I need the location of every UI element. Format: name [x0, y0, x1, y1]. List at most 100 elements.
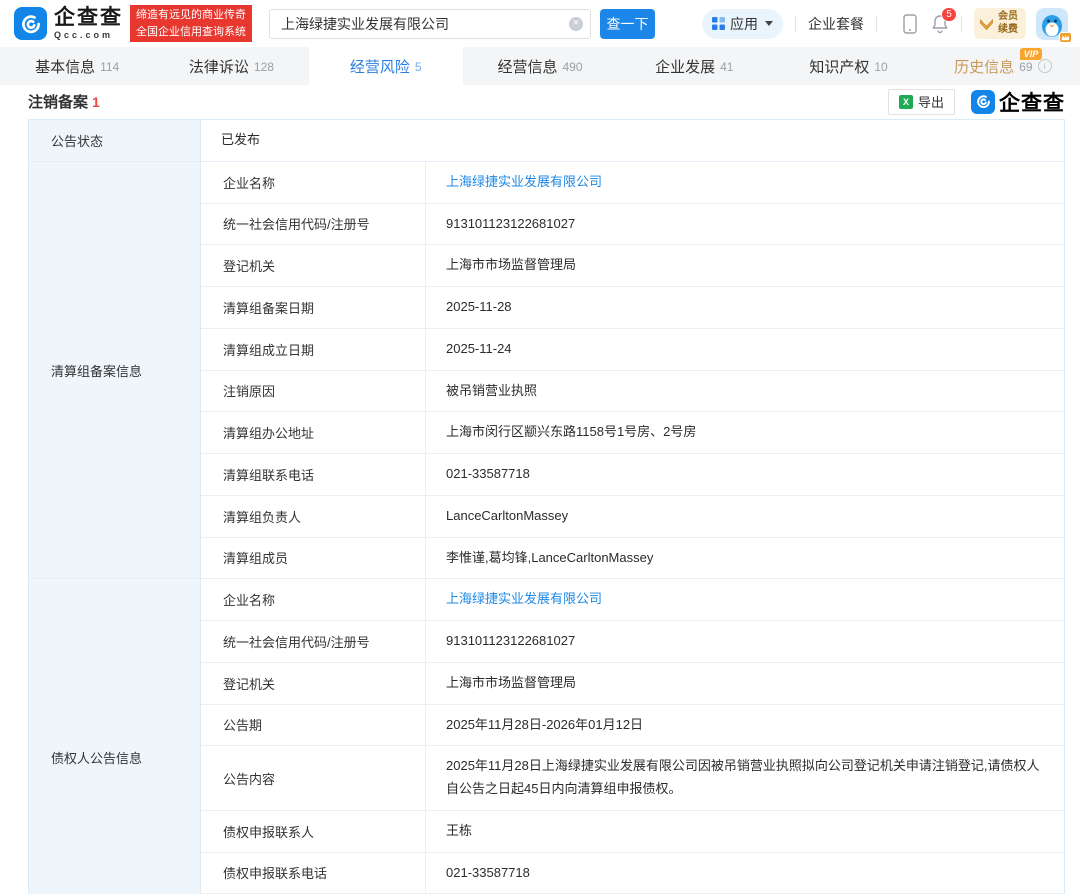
- row-group-label: 公告状态: [29, 120, 201, 161]
- section-header: 注销备案 1 X 导出 企查查: [0, 85, 1080, 118]
- export-button[interactable]: X 导出: [888, 89, 955, 115]
- chevron-down-icon: [765, 21, 773, 26]
- search-input[interactable]: [269, 9, 591, 39]
- qcc-logo-icon: [14, 7, 47, 40]
- table-row: 清算组联系电话021-33587718: [201, 454, 1064, 496]
- tab[interactable]: 企业发展41: [617, 47, 771, 85]
- table-row: 注销原因被吊销营业执照: [201, 371, 1064, 413]
- field-label: 清算组联系电话: [201, 454, 426, 495]
- field-label: 登记机关: [201, 245, 426, 286]
- field-label: 公告内容: [201, 746, 426, 810]
- tab-label: 法律诉讼: [189, 56, 249, 77]
- tab[interactable]: 经营信息 490: [463, 47, 617, 85]
- field-value: 913101123122681027: [426, 621, 1064, 662]
- tab[interactable]: 经营风险 5: [309, 47, 463, 85]
- divider: [876, 16, 877, 32]
- table-row: 登记机关上海市市场监督管理局: [201, 245, 1064, 287]
- field-value: 上海市市场监督管理局: [426, 663, 1064, 704]
- tab-count: 5: [415, 60, 422, 74]
- tab[interactable]: 基本信息 114: [0, 47, 154, 85]
- tab[interactable]: 法律诉讼 128: [154, 47, 308, 85]
- qcc-logo-text: 企查查 Qcc.com: [54, 7, 123, 40]
- row-group-label: 债权人公告信息: [29, 579, 201, 894]
- field-value: 021-33587718: [426, 454, 1064, 495]
- table-row: 债权申报联系人王栋: [201, 811, 1064, 853]
- tab-count: 128: [254, 60, 274, 74]
- table-row: 企业名称上海绿捷实业发展有限公司: [201, 162, 1064, 204]
- tab-count: 490: [562, 60, 582, 74]
- tab[interactable]: 历史信息69VIPi: [926, 47, 1080, 85]
- row-group-body: 已发布: [201, 120, 1064, 161]
- field-value: 上海市闵行区颛兴东路1158号1号房、2号房: [426, 412, 1064, 453]
- company-link[interactable]: 上海绿捷实业发展有限公司: [426, 579, 1064, 620]
- slogan-line-1: 缔造有远见的商业传奇: [136, 7, 246, 24]
- table-row: 清算组成立日期2025-11-24: [201, 329, 1064, 371]
- vip-renew-button[interactable]: 会员 续费: [974, 8, 1026, 39]
- field-value: 2025-11-28: [426, 287, 1064, 328]
- field-label: 注销原因: [201, 371, 426, 412]
- qcc-watermark-text: 企查查: [999, 87, 1065, 117]
- vip-renew-label: 会员 续费: [998, 11, 1018, 36]
- tab-label: 知识产权: [809, 56, 869, 77]
- brand-name: 企查查: [54, 7, 123, 28]
- field-label: 公告期: [201, 705, 426, 746]
- vip-crown-icon: [979, 17, 994, 31]
- field-value: 被吊销营业执照: [426, 371, 1064, 412]
- table-row: 已发布: [201, 120, 1064, 161]
- field-label: 企业名称: [201, 579, 426, 620]
- field-value: 2025年11月28日上海绿捷实业发展有限公司因被吊销营业执照拟向公司登记机关申…: [426, 746, 1064, 810]
- apps-menu-button[interactable]: 应用: [702, 9, 783, 39]
- section-title: 注销备案: [28, 91, 88, 112]
- field-label: 清算组负责人: [201, 496, 426, 537]
- row-group-label: 清算组备案信息: [29, 162, 201, 579]
- field-label: 统一社会信用代码/注册号: [201, 621, 426, 662]
- slogan-line-2: 全国企业信用查询系统: [136, 24, 246, 41]
- search-input-wrap: ×: [269, 9, 591, 39]
- table-row: 清算组负责人LanceCarltonMassey: [201, 496, 1064, 538]
- deregistration-record-table: 公告状态已发布清算组备案信息企业名称上海绿捷实业发展有限公司统一社会信用代码/注…: [28, 119, 1065, 894]
- table-section: 清算组备案信息企业名称上海绿捷实业发展有限公司统一社会信用代码/注册号91310…: [29, 162, 1064, 580]
- field-label: 统一社会信用代码/注册号: [201, 204, 426, 245]
- company-link[interactable]: 上海绿捷实业发展有限公司: [426, 162, 1064, 203]
- apps-menu-label: 应用: [730, 14, 758, 34]
- table-row: 清算组成员李惟谨,葛均锋,LanceCarltonMassey: [201, 538, 1064, 579]
- field-label: 清算组办公地址: [201, 412, 426, 453]
- tab-label: 经营信息: [497, 56, 557, 77]
- row-group-body: 企业名称上海绿捷实业发展有限公司统一社会信用代码/注册号913101123122…: [201, 579, 1064, 894]
- table-row: 债权申报联系电话021-33587718: [201, 853, 1064, 894]
- brand-domain: Qcc.com: [54, 31, 123, 40]
- tab-label: 企业发展: [655, 56, 715, 77]
- user-avatar[interactable]: [1036, 8, 1068, 40]
- excel-icon: X: [899, 95, 913, 109]
- notifications-button[interactable]: 5: [931, 14, 949, 34]
- field-value: 已发布: [201, 120, 1064, 161]
- field-label: 债权申报联系电话: [201, 853, 426, 894]
- info-icon[interactable]: i: [1038, 59, 1052, 73]
- clear-search-icon[interactable]: ×: [569, 17, 583, 31]
- phone-icon: [903, 14, 917, 34]
- table-row: 登记机关上海市市场监督管理局: [201, 663, 1064, 705]
- field-label: 清算组成立日期: [201, 329, 426, 370]
- tab[interactable]: 知识产权10: [771, 47, 925, 85]
- notification-count-badge: 5: [941, 7, 957, 22]
- table-row: 企业名称上海绿捷实业发展有限公司: [201, 579, 1064, 621]
- vip-badge: VIP: [1020, 48, 1043, 60]
- slogan-banner: 缔造有远见的商业传奇 全国企业信用查询系统: [130, 5, 252, 42]
- tab-label: 基本信息: [35, 56, 95, 77]
- top-header: 企查查 Qcc.com 缔造有远见的商业传奇 全国企业信用查询系统 × 查一下: [0, 0, 1080, 47]
- avatar-vip-crown-icon: [1059, 32, 1072, 43]
- section-actions: X 导出 企查查: [888, 87, 1065, 117]
- enterprise-package-link[interactable]: 企业套餐: [808, 14, 864, 34]
- field-value: 2025年11月28日-2026年01月12日: [426, 705, 1064, 746]
- table-section: 公告状态已发布: [29, 120, 1064, 162]
- mobile-app-button[interactable]: [903, 14, 917, 34]
- page: 企查查 Qcc.com 缔造有远见的商业传奇 全国企业信用查询系统 × 查一下: [0, 0, 1080, 894]
- tab-label: 历史信息: [954, 56, 1014, 77]
- tab-count: 114: [100, 60, 119, 74]
- qcc-logo[interactable]: 企查查 Qcc.com: [14, 7, 123, 40]
- apps-grid-icon: [712, 17, 725, 30]
- tab-label: 经营风险: [350, 56, 410, 77]
- header-nav: 应用 企业套餐 5: [702, 8, 1068, 40]
- field-label: 清算组备案日期: [201, 287, 426, 328]
- search-button[interactable]: 查一下: [600, 9, 655, 39]
